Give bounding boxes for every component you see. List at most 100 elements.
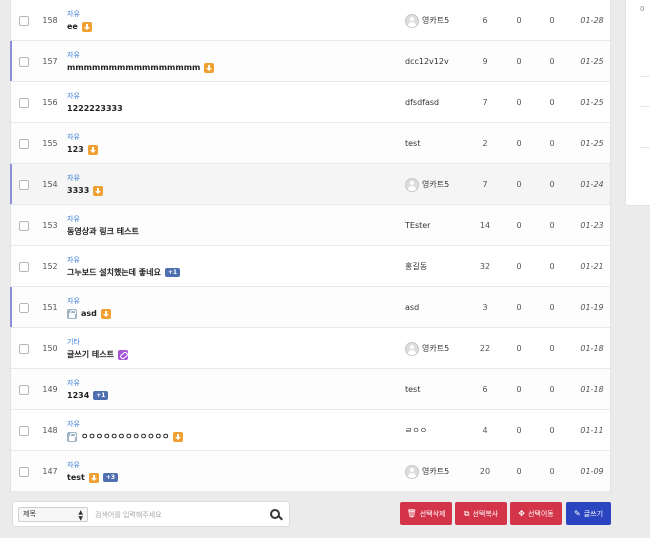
post-title[interactable]: 그누보드 설치했는데 좋네요 (67, 267, 161, 278)
post-row[interactable]: 153 자유 동영상과 링크 테스트 TEster 14 0 0 01-23 (11, 205, 610, 246)
post-row[interactable]: 147 자유 test +3 영카트5 20 0 0 01-09 (11, 451, 610, 492)
post-category[interactable]: 자유 (67, 132, 80, 142)
post-title[interactable]: 글쓰기 테스트 (67, 349, 114, 360)
post-category[interactable]: 자유 (67, 214, 80, 224)
post-row[interactable]: 156 자유 1222223333 dfsdfasd 7 0 0 01-25 (11, 82, 610, 123)
post-bad: 0 (549, 98, 555, 107)
post-author[interactable]: 영카트5 (405, 451, 449, 492)
lock-icon (67, 308, 77, 319)
post-title[interactable]: 동영상과 링크 테스트 (67, 226, 139, 237)
row-checkbox[interactable] (19, 180, 29, 190)
post-bad: 0 (549, 180, 555, 189)
post-row[interactable]: 152 자유 그누보드 설치했는데 좋네요 +1 홍길동 32 0 0 01-21 (11, 246, 610, 287)
post-hits: 7 (482, 98, 488, 107)
post-category[interactable]: 자유 (67, 255, 80, 265)
select-caret-icon: ▲ ▼ (78, 509, 83, 522)
post-category[interactable]: 자유 (67, 9, 80, 19)
post-row[interactable]: 148 자유 ㅇㅇㅇㅇㅇㅇㅇㅇㅇㅇㅇㅇ ㄹㅇㅇ 4 0 0 01-11 (11, 410, 610, 451)
post-good: 0 (516, 16, 522, 25)
row-checkbox[interactable] (19, 16, 29, 26)
author-name: 영카트5 (422, 16, 450, 25)
side-divider (640, 76, 650, 77)
lock-icon (67, 431, 77, 442)
post-category[interactable]: 자유 (67, 296, 80, 306)
post-author[interactable]: 영카트5 (405, 328, 449, 369)
post-hits: 14 (479, 221, 491, 230)
post-date: 01-24 (580, 180, 604, 189)
move-selected-button[interactable]: ✥ 선택이동 (510, 502, 562, 525)
row-checkbox[interactable] (19, 98, 29, 108)
search-field-select[interactable]: 제목 ▲ ▼ (18, 507, 88, 522)
post-good: 0 (516, 467, 522, 476)
row-checkbox[interactable] (19, 303, 29, 313)
post-subject: 1234 +1 (67, 390, 109, 401)
post-category[interactable]: 자유 (67, 50, 80, 60)
post-title[interactable]: 123 (67, 145, 84, 154)
search-input[interactable] (95, 507, 265, 522)
copy-selected-button[interactable]: ⧉ 선택복사 (455, 502, 507, 525)
post-category[interactable]: 자유 (67, 173, 80, 183)
delete-selected-label: 선택삭제 (419, 509, 446, 518)
post-category[interactable]: 기타 (67, 337, 80, 347)
author-name: 영카트5 (422, 180, 450, 189)
post-author[interactable]: TEster (405, 205, 430, 246)
post-row[interactable]: 157 자유 mmmmmmmmmmmmmmmm dcc12v12v 9 0 0 01-25 (10, 41, 610, 82)
post-author[interactable]: test (405, 123, 420, 164)
post-title[interactable]: ㅇㅇㅇㅇㅇㅇㅇㅇㅇㅇㅇㅇ (81, 431, 169, 442)
row-checkbox[interactable] (19, 426, 29, 436)
post-row[interactable]: 149 자유 1234 +1 test 6 0 0 01-18 (11, 369, 610, 410)
post-category[interactable]: 자유 (67, 419, 80, 429)
post-author[interactable]: ㄹㅇㅇ (405, 410, 427, 451)
post-title[interactable]: 3333 (67, 186, 89, 195)
search-field-selected: 제목 (23, 510, 36, 518)
post-subject: 그누보드 설치했는데 좋네요 +1 (67, 267, 181, 278)
row-checkbox[interactable] (19, 57, 29, 67)
post-author[interactable]: 홍길동 (405, 246, 427, 287)
row-checkbox[interactable] (19, 385, 29, 395)
author-name: 영카트5 (422, 344, 450, 353)
row-checkbox[interactable] (19, 467, 29, 477)
post-row[interactable]: 150 기타 글쓰기 테스트 영카트5 22 0 0 01-18 (11, 328, 610, 369)
post-title[interactable]: asd (81, 309, 97, 318)
post-number: 156 (42, 98, 58, 107)
author-name: TEster (405, 221, 431, 230)
post-bad: 0 (549, 139, 555, 148)
post-category[interactable]: 자유 (67, 460, 80, 470)
post-date: 01-25 (580, 139, 604, 148)
post-author[interactable]: 영카트5 (405, 164, 449, 205)
post-title[interactable]: 1222223333 (67, 104, 123, 113)
post-row[interactable]: 151 자유 asd asd 3 0 0 01-19 (10, 287, 610, 328)
delete-selected-button[interactable]: 🗑 선택삭제 (400, 502, 452, 525)
post-good: 0 (516, 385, 522, 394)
post-title[interactable]: test (67, 473, 85, 482)
post-row[interactable]: 154 자유 3333 영카트5 7 0 0 01-24 (10, 164, 610, 205)
row-checkbox[interactable] (19, 344, 29, 354)
copy-icon: ⧉ (463, 508, 470, 518)
post-author[interactable]: dcc12v12v (405, 41, 449, 82)
post-date: 01-25 (580, 57, 604, 66)
post-subject: asd (67, 308, 111, 319)
post-category[interactable]: 자유 (67, 91, 80, 101)
post-title[interactable]: 1234 (67, 391, 89, 400)
post-date: 01-25 (580, 98, 604, 107)
row-checkbox[interactable] (19, 139, 29, 149)
write-button[interactable]: ✎ 글쓰기 (566, 502, 611, 525)
search-icon[interactable] (267, 507, 285, 523)
post-author[interactable]: asd (405, 287, 419, 328)
author-name: dfsdfasd (405, 98, 440, 107)
avatar-icon (405, 341, 419, 356)
post-title[interactable]: mmmmmmmmmmmmmmmm (67, 63, 200, 72)
post-row[interactable]: 155 자유 123 test 2 0 0 01-25 (11, 123, 610, 164)
row-checkbox[interactable] (19, 221, 29, 231)
post-number: 154 (42, 180, 58, 189)
post-row[interactable]: 158 자유 ee 영카트5 6 0 0 01-28 (11, 0, 610, 41)
post-author[interactable]: test (405, 369, 420, 410)
post-author[interactable]: dfsdfasd (405, 82, 439, 123)
post-author[interactable]: 영카트5 (405, 0, 449, 41)
row-checkbox[interactable] (19, 262, 29, 272)
post-title[interactable]: ee (67, 22, 78, 31)
side-divider (640, 147, 650, 148)
post-subject: 글쓰기 테스트 (67, 349, 128, 360)
download-icon (100, 308, 111, 319)
post-category[interactable]: 자유 (67, 378, 80, 388)
